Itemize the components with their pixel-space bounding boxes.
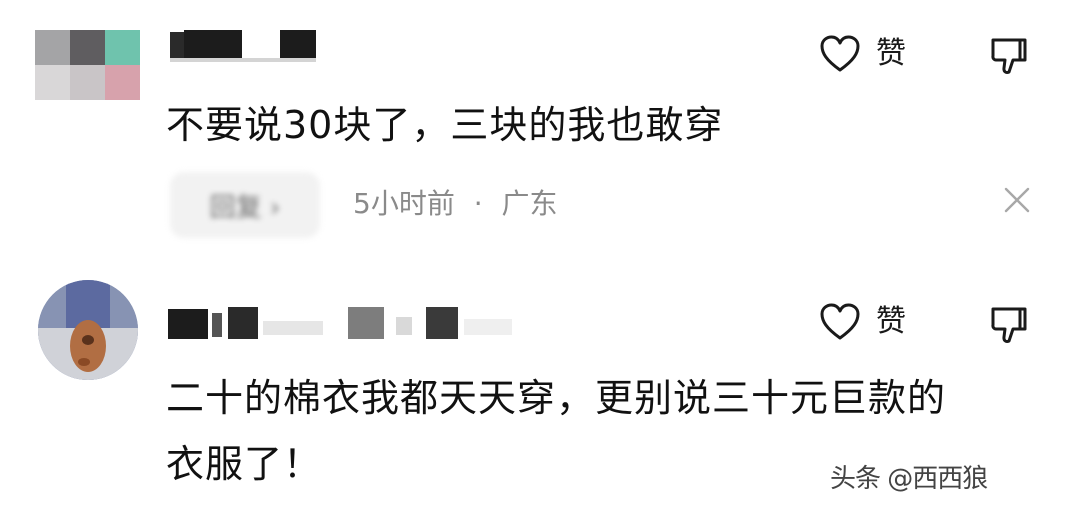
comment-text: 不要说30块了，三块的我也敢穿 [166, 103, 724, 147]
heart-outline-icon [820, 303, 860, 340]
close-icon[interactable] [1003, 186, 1031, 214]
like-button[interactable]: 赞 [820, 35, 906, 73]
comment-text-line: 二十的棉衣我都天天穿，更别说三十元巨款的 [166, 376, 947, 420]
comment-text-line: 衣服了！ [166, 442, 323, 486]
comment-item: 赞 不要说30块了，三块的我也敢穿 回复 › 5小时前 · 广东 [0, 0, 1080, 255]
username-blurred[interactable] [168, 307, 518, 339]
thumbs-down-outline-icon[interactable] [990, 36, 1028, 76]
like-label: 赞 [876, 304, 906, 339]
reply-button[interactable]: 回复 › [170, 172, 320, 238]
location-text: 广东 [501, 187, 558, 220]
time-text: 5小时前 [353, 187, 455, 220]
meta-separator: · [473, 187, 483, 220]
watermark: 头条 @西西狼 [830, 464, 988, 494]
avatar-illustration [38, 280, 138, 380]
avatar[interactable] [38, 280, 138, 380]
like-button[interactable]: 赞 [820, 303, 906, 341]
comment-timestamp: 5小时前 · 广东 [353, 186, 558, 222]
like-label: 赞 [876, 36, 906, 71]
avatar[interactable] [35, 30, 140, 100]
thumbs-down-outline-icon[interactable] [990, 305, 1028, 345]
comment-text: 二十的棉衣我都天天穿，更别说三十元巨款的 衣服了！ [166, 365, 946, 497]
username-blurred[interactable] [170, 30, 320, 62]
comment-meta: 回复 › 5小时前 · 广东 [170, 170, 650, 240]
heart-outline-icon [820, 35, 860, 72]
